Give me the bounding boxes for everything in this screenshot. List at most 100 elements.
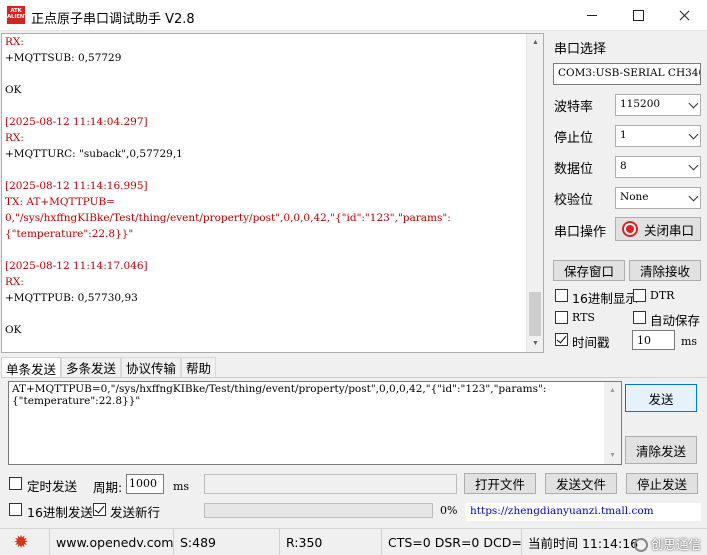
receive-line: RX: [5,276,24,288]
minimize-button[interactable] [569,0,615,31]
rts-label: RTS [572,311,595,324]
receive-line [5,242,525,258]
received-count: R:350 [280,529,382,555]
stop-bits-value: 1 [620,129,627,141]
auto-save-checkbox[interactable] [633,311,646,324]
receive-line: [2025-08-12 11:14:17.046] [5,260,148,272]
receive-line [5,162,525,178]
watermark-text: 创思通信 [650,537,701,552]
send-button[interactable]: 发送 [625,384,697,412]
scroll-down-arrow-icon[interactable]: ▼ [527,335,543,352]
tab-single-send[interactable]: 单条发送 [1,357,62,378]
send-scrollbar[interactable]: ▲ ▼ [604,382,621,464]
chevron-down-icon [688,129,699,140]
open-file-button[interactable]: 打开文件 [464,473,536,494]
stop-send-button[interactable]: 停止发送 [626,473,698,494]
port-status-icon [621,221,638,237]
rts-checkbox[interactable] [555,311,568,324]
gear-icon[interactable]: ✹ [12,533,30,552]
port-select-label: 串口选择 [554,42,607,57]
app-logo-icon: ATK ALIENTEK [7,6,36,24]
send-newline-checkbox[interactable] [93,503,106,516]
scroll-up-arrow-icon[interactable]: ▲ [527,34,543,51]
send-progress-bar [204,503,433,518]
parity-label: 校验位 [554,193,594,208]
timestamp-interval-input[interactable]: 10 [632,330,675,350]
send-file-button[interactable]: 发送文件 [545,473,617,494]
baud-rate-select[interactable]: 115200 [615,94,701,116]
tab-multi-send[interactable]: 多条发送 [61,357,122,377]
clear-send-button[interactable]: 清除发送 [625,436,697,464]
receive-line: [2025-08-12 11:14:04.297] [5,116,148,128]
scroll-thumb[interactable] [529,292,541,336]
timestamp-label: 时间戳 [572,335,610,350]
port-select[interactable]: COM3:USB-SERIAL CH340 [553,63,701,85]
receive-line: +MQTTSUB: 0,57729 [5,52,122,64]
dtr-label: DTR [650,289,675,302]
scroll-down-arrow-icon[interactable]: ▼ [604,447,621,464]
period-unit-label: ms [173,480,190,493]
tab-divider [1,377,707,378]
scroll-up-arrow-icon[interactable]: ▲ [604,382,621,399]
hex-display-checkbox[interactable] [555,289,568,302]
receive-area[interactable]: RX: +MQTTSUB: 0,57729 OK [2025-08-12 11:14:… [1,33,544,353]
stop-bits-label: 停止位 [554,131,594,146]
send-textarea[interactable]: AT+MQTTPUB=0,"/sys/hxffngKIBke/Test/thin… [8,381,622,465]
receive-line: TX: AT+MQTTPUB= [5,196,115,208]
hex-send-checkbox[interactable] [9,503,22,516]
timestamp-checkbox[interactable] [555,333,568,346]
receive-scrollbar[interactable]: ▲ ▼ [526,34,543,352]
port-operation-label: 串口操作 [554,225,607,240]
chevron-down-icon [688,160,699,171]
sent-count: S:489 [174,529,280,555]
receive-line: RX: [5,36,24,48]
period-input[interactable]: 1000 [126,474,164,494]
title-bar: ATK ALIENTEK 正点原子串口调试助手 V2.8 [0,0,707,31]
website-link[interactable]: www.openedv.com [50,529,174,555]
close-button[interactable] [661,0,707,31]
hex-display-label: 16进制显示 [572,291,638,306]
receive-line: OK [5,324,22,336]
store-url-link[interactable]: https://zhengdianyuanzi.tmall.com [465,503,701,521]
data-bits-select[interactable]: 8 [615,156,701,178]
status-bar: ✹ www.openedv.com S:489 R:350 CTS=0 DSR=… [0,528,707,555]
receive-line [5,66,525,82]
maximize-button[interactable] [615,0,661,31]
tab-help[interactable]: 帮助 [181,357,217,377]
port-select-value: COM3:USB-SERIAL CH340 [558,67,701,79]
file-path-input[interactable] [204,474,457,494]
receive-line: {"temperature":22.8}}" [5,228,134,240]
receive-line: +MQTTURC: "suback",0,57729,1 [5,148,183,160]
receive-line [5,98,525,114]
receive-line: 0,"/sys/hxffngKIBke/Test/thing/event/pro… [5,212,451,224]
timed-send-checkbox[interactable] [9,477,22,490]
receive-line: +MQTTPUB: 0,57730,93 [5,292,138,304]
dtr-checkbox[interactable] [633,289,646,302]
close-port-button[interactable]: 关闭串口 [615,217,701,241]
auto-save-label: 自动保存 [650,313,701,328]
receive-text: RX: +MQTTSUB: 0,57729 OK [2025-08-12 11:14:… [5,34,525,338]
receive-line: RX: [5,132,24,144]
tab-protocol[interactable]: 协议传输 [121,357,182,377]
chevron-down-icon [688,98,699,109]
timed-send-label: 定时发送 [27,479,78,494]
baud-rate-label: 波特率 [554,100,594,115]
watermark-logo-icon [633,538,648,552]
settings-cell: ✹ [0,529,50,555]
data-bits-label: 数据位 [554,162,594,177]
stop-bits-select[interactable]: 1 [615,125,701,147]
receive-line: [2025-08-12 11:14:16.995] [5,180,148,192]
watermark: 创思通信 [633,534,701,553]
close-port-label: 关闭串口 [643,222,694,238]
window-title: 正点原子串口调试助手 V2.8 [31,12,195,27]
data-bits-value: 8 [620,160,627,172]
send-newline-label: 发送新行 [110,505,161,520]
hex-send-label: 16进制发送 [27,505,93,520]
chevron-down-icon [688,191,699,202]
progress-percent: 0% [440,504,458,517]
parity-select[interactable]: None [615,187,701,209]
signal-status: CTS=0 DSR=0 DCD=0 [382,529,522,555]
period-label: 周期: [93,480,123,495]
save-window-button[interactable]: 保存窗口 [553,260,625,281]
clear-receive-button[interactable]: 清除接收 [629,260,701,281]
